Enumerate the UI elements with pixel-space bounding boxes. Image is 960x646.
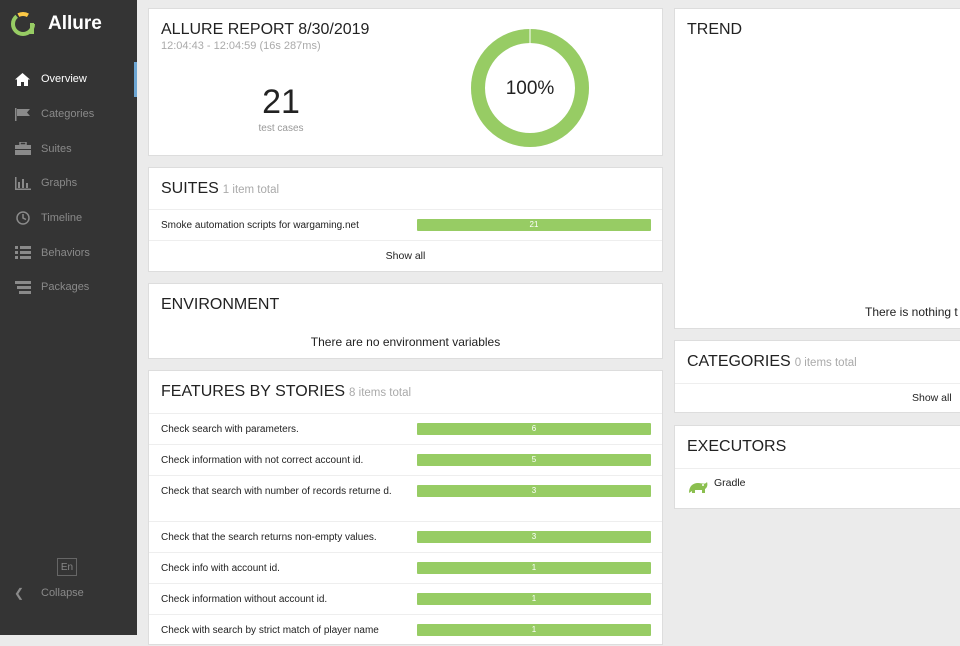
- feature-row[interactable]: Check information without account id. 1: [149, 583, 662, 615]
- clock-icon: [14, 211, 31, 225]
- suites-card: SUITES 1 item total Smoke automation scri…: [148, 167, 663, 272]
- briefcase-icon: [14, 142, 31, 156]
- executor-name: Gradle: [714, 477, 746, 489]
- feature-name: Check information without account id.: [161, 594, 328, 605]
- categories-show-all-button[interactable]: Show all: [912, 392, 952, 404]
- feature-name: Check info with account id.: [161, 563, 280, 574]
- flag-icon: [14, 107, 31, 121]
- chevron-left-icon: ❮: [14, 586, 25, 600]
- feature-row[interactable]: Check that search with number of records…: [149, 475, 662, 522]
- feature-row[interactable]: Check that the search returns non-empty …: [149, 521, 662, 553]
- packages-icon: [14, 280, 31, 294]
- sidebar-item-label: Overview: [41, 73, 87, 86]
- sidebar-item-packages[interactable]: Packages: [0, 270, 137, 305]
- feature-name: Check with search by strict match of pla…: [161, 625, 379, 636]
- suite-row[interactable]: Smoke automation scripts for wargaming.n…: [149, 209, 662, 241]
- trend-card: TREND There is nothing t: [674, 8, 960, 329]
- sidebar-item-overview[interactable]: Overview: [0, 62, 137, 97]
- sidebar-item-label: Packages: [41, 281, 90, 294]
- sidebar: Allure Overview Categories Suites Graphs: [0, 0, 137, 635]
- brand-name: Allure: [48, 13, 102, 34]
- suite-name: Smoke automation scripts for wargaming.n…: [161, 220, 359, 231]
- feature-status-bar: 1: [417, 562, 651, 574]
- trend-title[interactable]: TREND: [687, 21, 742, 39]
- feature-row[interactable]: Check info with account id. 1: [149, 552, 662, 584]
- environment-title: ENVIRONMENT: [161, 296, 280, 313]
- list-icon: [14, 246, 31, 260]
- suite-status-bar: 21: [417, 219, 651, 231]
- feature-status-bar: 5: [417, 454, 651, 466]
- executors-card: EXECUTORS Gradle: [674, 425, 960, 509]
- feature-status-bar: 6: [417, 423, 651, 435]
- feature-row[interactable]: Check information with not correct accou…: [149, 444, 662, 476]
- sidebar-item-suites[interactable]: Suites: [0, 131, 137, 166]
- environment-message: There are no environment variables: [310, 335, 501, 349]
- suites-show-all-row: Show all: [149, 240, 662, 273]
- brand[interactable]: Allure: [10, 10, 102, 38]
- categories-count: 0 items total: [794, 357, 857, 369]
- sidebar-nav: Overview Categories Suites Graphs Timeli…: [0, 62, 137, 305]
- executors-title: EXECUTORS: [687, 438, 787, 455]
- executor-row[interactable]: Gradle: [675, 468, 960, 510]
- feature-name: Check that the search returns non-empty …: [161, 532, 377, 543]
- feature-status-bar: 3: [417, 531, 651, 543]
- feature-name: Check information with not correct accou…: [161, 455, 364, 466]
- sidebar-item-label: Suites: [41, 142, 72, 155]
- feature-row[interactable]: Check with search by strict match of pla…: [149, 614, 662, 646]
- sidebar-item-graphs[interactable]: Graphs: [0, 166, 137, 201]
- sidebar-item-label: Timeline: [41, 212, 83, 225]
- success-percent: 100%: [505, 78, 555, 99]
- feature-row[interactable]: Check search with parameters. 6: [149, 413, 662, 445]
- feature-name: Check that search with number of records…: [161, 486, 392, 497]
- features-count: 8 items total: [349, 387, 412, 399]
- allure-logo-icon: [11, 12, 35, 36]
- categories-show-all-row: Show all: [675, 383, 960, 414]
- trend-empty-message: There is nothing t: [865, 305, 958, 319]
- gradle-icon: [687, 478, 709, 499]
- collapse-button[interactable]: ❮ Collapse: [14, 586, 84, 600]
- categories-card: CATEGORIES 0 items total Show all: [674, 340, 960, 413]
- bar-chart-icon: [14, 176, 31, 190]
- sidebar-item-categories[interactable]: Categories: [0, 97, 137, 132]
- sidebar-item-label: Behaviors: [41, 246, 90, 259]
- sidebar-item-behaviors[interactable]: Behaviors: [0, 235, 137, 270]
- suites-show-all-button[interactable]: Show all: [149, 250, 662, 262]
- report-time: 12:04:43 - 12:04:59 (16s 287ms): [161, 40, 321, 52]
- features-title[interactable]: FEATURES BY STORIES 8 items total: [161, 383, 411, 401]
- summary-card: ALLURE REPORT 8/30/2019 12:04:43 - 12:04…: [148, 8, 663, 156]
- feature-status-bar: 1: [417, 624, 651, 636]
- report-title: ALLURE REPORT 8/30/2019: [161, 21, 370, 38]
- categories-title[interactable]: CATEGORIES 0 items total: [687, 353, 857, 371]
- sidebar-item-timeline[interactable]: Timeline: [0, 201, 137, 236]
- sidebar-item-label: Categories: [41, 108, 95, 121]
- suites-title[interactable]: SUITES 1 item total: [161, 180, 279, 198]
- suites-count: 1 item total: [222, 184, 280, 196]
- features-card: FEATURES BY STORIES 8 items total Check s…: [148, 370, 663, 645]
- language-selector[interactable]: En: [57, 558, 77, 576]
- feature-name: Check search with parameters.: [161, 424, 299, 435]
- environment-card: ENVIRONMENT There are no environment var…: [148, 283, 663, 359]
- collapse-label: Collapse: [41, 587, 84, 599]
- test-count: 21: [262, 83, 300, 121]
- test-count-label: test cases: [258, 123, 304, 134]
- feature-status-bar: 3: [417, 485, 651, 497]
- home-icon: [14, 72, 31, 86]
- feature-status-bar: 1: [417, 593, 651, 605]
- sidebar-item-label: Graphs: [41, 177, 78, 190]
